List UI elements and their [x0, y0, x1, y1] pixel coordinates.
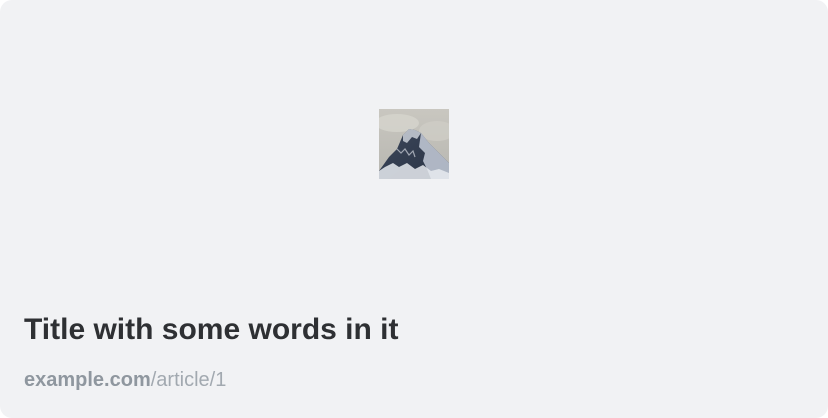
card-url-domain: example.com	[24, 369, 151, 391]
mountain-thumbnail-image	[379, 109, 449, 179]
card-url[interactable]: example.com/article/1	[24, 366, 226, 394]
card-url-path: /article/1	[150, 369, 227, 391]
mountain-image-icon	[379, 109, 449, 179]
link-preview-card[interactable]: Title with some words in it example.com/…	[0, 0, 828, 418]
card-title: Title with some words in it	[24, 313, 399, 346]
